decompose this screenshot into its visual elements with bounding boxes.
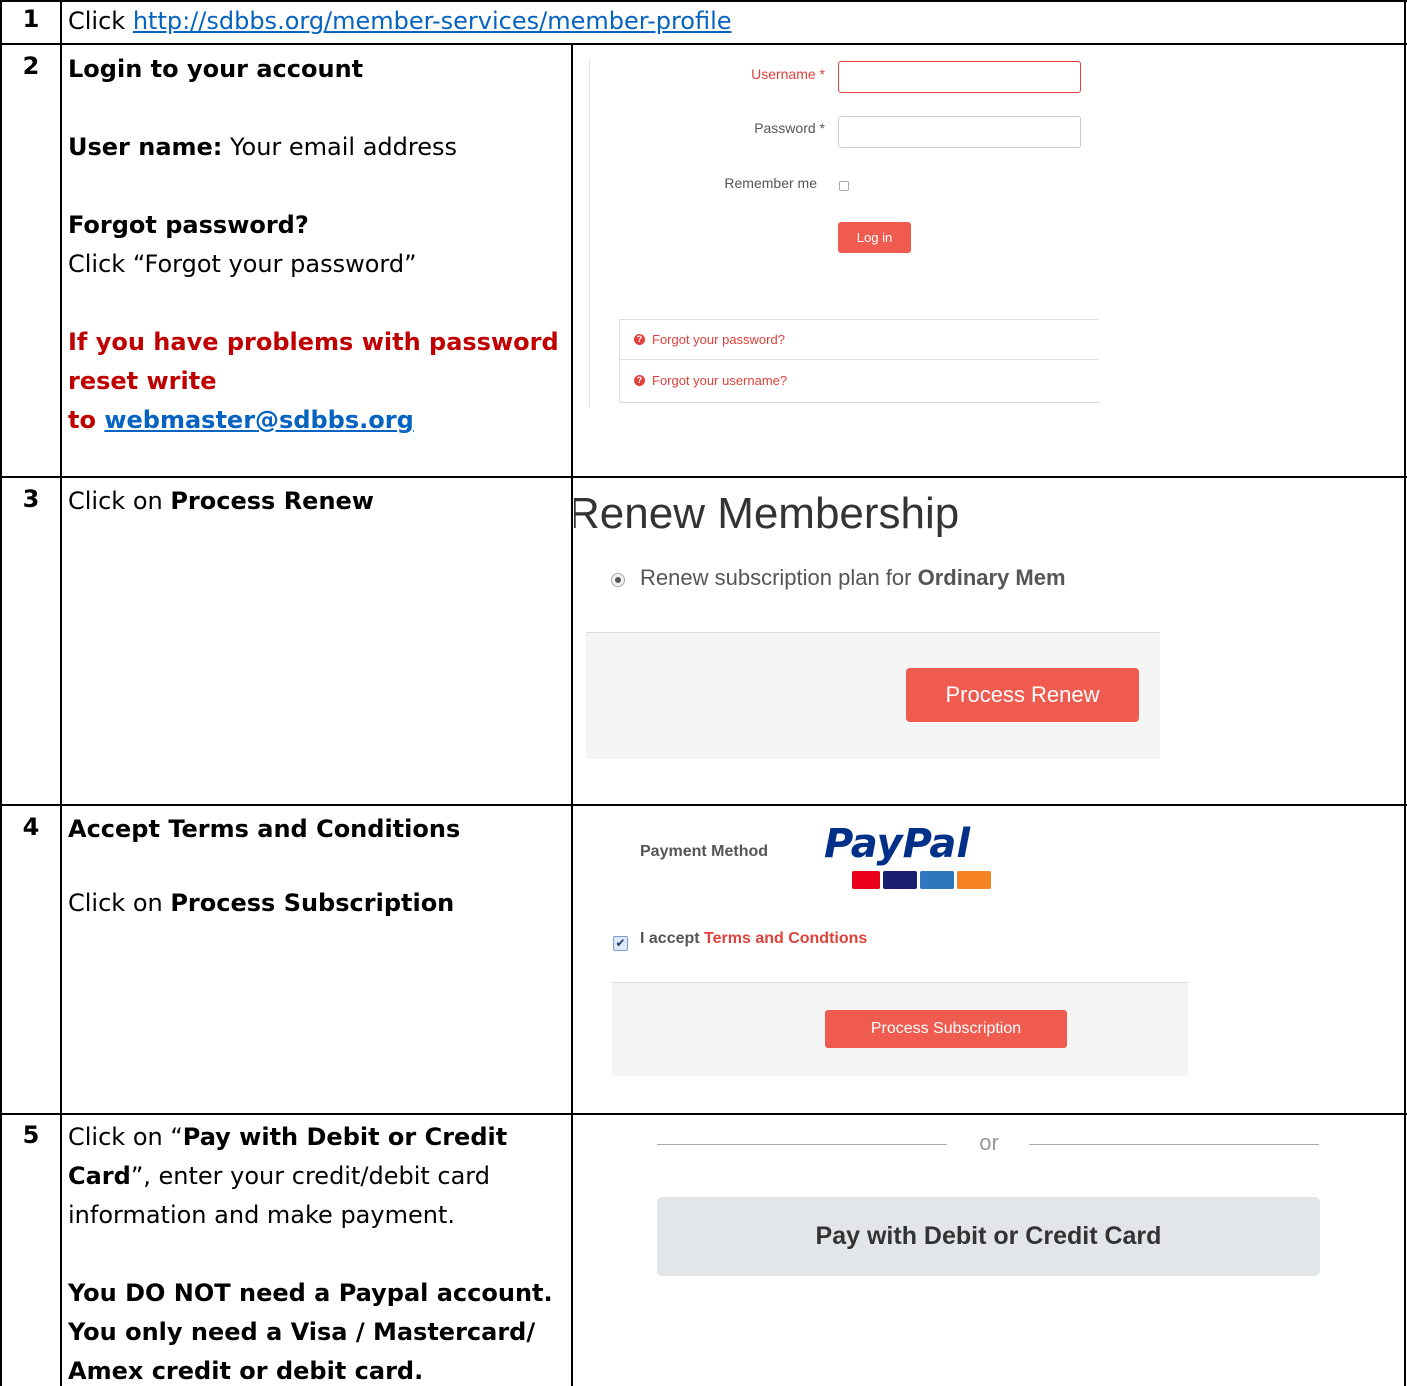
username-label: Username * (751, 66, 825, 82)
login-form-left-edge (589, 58, 590, 408)
problem-note-line-3: to webmaster@sdbbs.org (68, 401, 414, 440)
step-3-bold: Process Renew (170, 487, 374, 515)
password-input[interactable] (838, 116, 1081, 148)
card-payment-panel: or Pay with Debit or Credit Card (574, 1116, 1404, 1296)
payment-method-label: Payment Method (640, 843, 769, 860)
step-number: 3 (22, 485, 40, 513)
or-divider-right (1029, 1144, 1319, 1145)
step-5-line-1-prefix: Click on “ (68, 1123, 183, 1151)
row-divider-1 (0, 43, 1407, 45)
amex-icon (920, 871, 954, 889)
step-5-line-2-rest: ”, enter your credit/debit card (130, 1162, 490, 1190)
accept-terms-text: I accept Terms and Condtions (640, 930, 867, 948)
discover-icon (957, 871, 991, 889)
username-input[interactable] (838, 61, 1081, 93)
number-column-divider (60, 0, 62, 1386)
step-number: 5 (22, 1121, 40, 1149)
password-label: Password * (754, 120, 825, 136)
step-5-note-3: Amex credit or debit card. (68, 1357, 424, 1385)
problem-note-to: to (68, 406, 105, 434)
forgot-password-link[interactable]: ? Forgot your password? (619, 319, 1099, 360)
or-divider-left (657, 1144, 947, 1145)
step-2-heading: Login to your account (68, 55, 364, 83)
step-5-line-1-bold: Pay with Debit or Credit (182, 1123, 508, 1151)
renew-plan-prefix: Renew subscription plan for (640, 565, 918, 590)
forgot-password-link-text: Forgot your password? (652, 332, 785, 347)
renew-plan-name: Ordinary Mem (917, 565, 1066, 590)
forgot-username-link-text: Forgot your username? (652, 373, 788, 388)
mastercard-icon (852, 871, 880, 889)
row-divider-2 (0, 476, 1407, 478)
renew-membership-title: Renew Membership (574, 489, 960, 538)
pay-with-card-button[interactable]: Pay with Debit or Credit Card (657, 1197, 1320, 1276)
content-column-divider (571, 43, 573, 1386)
paypal-logo-text: PayPal (824, 821, 971, 867)
paypal-logo: PayPal (824, 821, 1014, 895)
terms-and-conditions-link[interactable]: Terms and Condtions (704, 930, 867, 947)
step-5-note-1: You DO NOT need a Paypal account. (68, 1279, 553, 1307)
renew-membership-panel: Renew Membership Renew subscription plan… (574, 479, 1160, 759)
step-4-prefix: Click on (68, 889, 171, 917)
username-note-value: Your email address (222, 133, 458, 161)
row-divider-3 (0, 804, 1407, 806)
step-number: 2 (22, 52, 40, 80)
step-5-line-2: Card”, enter your credit/debit card (68, 1157, 490, 1196)
login-form: Username * Password * Remember me Log in… (585, 50, 1405, 420)
payment-panel: Payment Method PayPal ✔ I accept Terms a… (574, 807, 1194, 1077)
question-icon: ? (634, 375, 645, 386)
question-icon: ? (634, 334, 645, 345)
renew-plan-text: Renew subscription plan for Ordinary Mem (640, 565, 1066, 591)
forgot-password-heading: Forgot password? (68, 211, 309, 239)
log-in-button[interactable]: Log in (838, 222, 911, 253)
step-1-prefix: Click (68, 7, 133, 35)
forgot-username-link[interactable]: ? Forgot your username? (619, 359, 1099, 403)
renew-radio-button[interactable] (611, 573, 625, 587)
step-5-note-2: You only need a Visa / Mastercard/ (68, 1318, 536, 1346)
member-profile-link[interactable]: http://sdbbs.org/member-services/member-… (133, 7, 732, 35)
remember-me-label: Remember me (724, 175, 817, 191)
accept-terms-checkbox[interactable]: ✔ (613, 936, 628, 951)
forgot-password-instruction: Click “Forgot your password” (68, 250, 417, 278)
remember-me-checkbox[interactable] (839, 181, 849, 191)
step-number: 1 (22, 5, 40, 33)
step-5-line-1: Click on “Pay with Debit or Credit (68, 1118, 507, 1157)
visa-icon (883, 871, 917, 889)
process-subscription-button[interactable]: Process Subscription (825, 1010, 1067, 1048)
or-divider-text: or (979, 1130, 999, 1155)
step-5-line-2-bold: Card (68, 1162, 131, 1190)
step-2-username-note: User name: Your email address (68, 128, 457, 167)
problem-note-line-1: If you have problems with password (68, 328, 559, 356)
step-1-text: Click http://sdbbs.org/member-services/m… (68, 2, 732, 41)
step-3-text: Click on Process Renew (68, 482, 374, 521)
username-note-label: User name: (68, 133, 223, 161)
process-renew-button[interactable]: Process Renew (906, 668, 1139, 722)
step-4-heading: Accept Terms and Conditions (68, 815, 461, 843)
table-border-left (0, 0, 2, 1386)
row-divider-4 (0, 1113, 1407, 1115)
step-4-text: Click on Process Subscription (68, 884, 454, 923)
step-5-line-3: information and make payment. (68, 1201, 455, 1229)
accept-terms-prefix: I accept (640, 930, 705, 947)
step-number: 4 (22, 813, 40, 841)
problem-note-line-2: reset write (68, 367, 217, 395)
step-3-prefix: Click on (68, 487, 171, 515)
step-4-bold: Process Subscription (170, 889, 455, 917)
webmaster-email-link[interactable]: webmaster@sdbbs.org (104, 406, 413, 434)
